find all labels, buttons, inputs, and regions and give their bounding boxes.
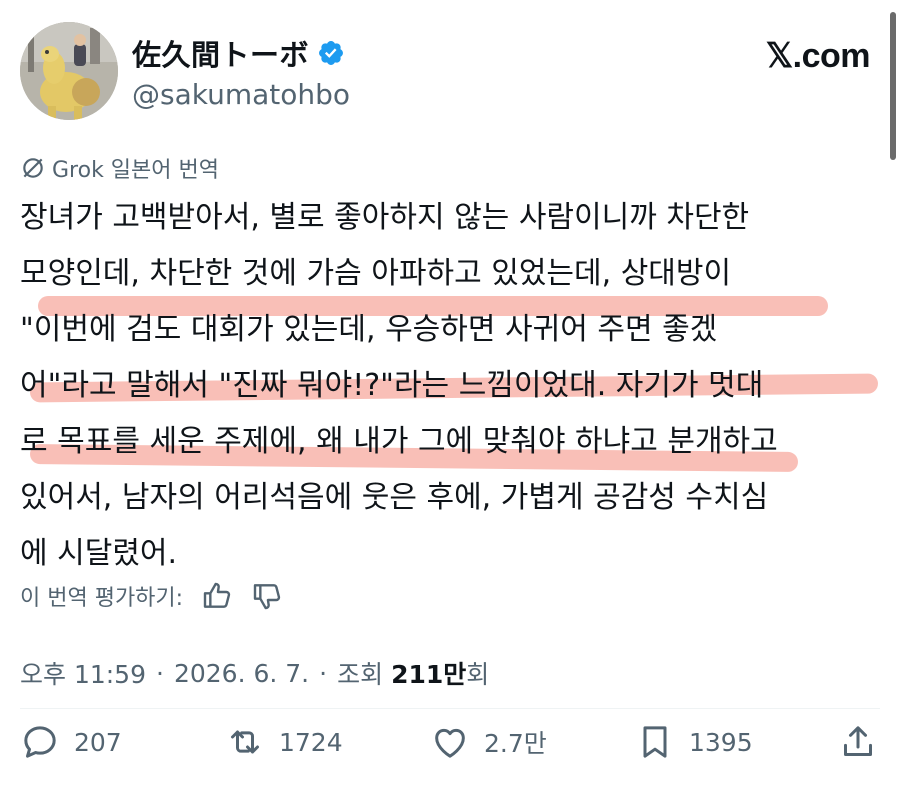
- tweet-header: 佐久間トーボ @sakumatohbo 𝕏.com: [20, 22, 871, 122]
- reply-count: 207: [74, 727, 122, 757]
- meta-separator: ·: [319, 658, 328, 688]
- rating-label: 이 번역 평가하기:: [20, 586, 184, 611]
- avatar-image: [20, 22, 118, 120]
- reply-button[interactable]: 207: [20, 722, 122, 762]
- display-name[interactable]: 佐久間トーボ: [132, 32, 309, 74]
- tweet-text-line: "이번에 검도 대회가 있는데, 우승하면 사귀어 주면 좋겠: [20, 312, 718, 347]
- views-count: 211만: [391, 655, 466, 691]
- source-logo: 𝕏.com: [765, 37, 871, 75]
- tweet-meta: 오후 11:59 · 2026. 6. 7. · 조회 211만 회: [20, 655, 489, 691]
- tweet-text-line: 에 시달렸어.: [20, 536, 178, 571]
- grok-icon: [23, 158, 43, 178]
- repost-count: 1724: [279, 727, 343, 757]
- bookmark-icon: [643, 726, 667, 758]
- bookmark-button[interactable]: 1395: [635, 722, 753, 762]
- repost-button[interactable]: 1724: [225, 722, 343, 762]
- tweet-text-line: 어"라고 말해서 "진짜 뭐야!?"라는 느낌이었대. 자기가 멋대: [20, 368, 764, 403]
- scrollbar[interactable]: [890, 12, 896, 160]
- thumbs-up-icon[interactable]: [201, 580, 233, 612]
- views-label: 조회: [337, 660, 384, 689]
- reply-icon: [24, 726, 56, 758]
- tweet-text-line: 로 목표를 세운 주제에, 왜 내가 그에 맞춰야 하냐고 분개하고: [20, 424, 778, 459]
- bookmark-count: 1395: [689, 727, 753, 757]
- verified-badge-icon: [319, 41, 343, 65]
- heart-icon: [435, 728, 465, 758]
- tweet-text-line: 장녀가 고백받아서, 별로 좋아하지 않는 사람이니까 차단한: [20, 200, 750, 235]
- translation-rating-row: 이 번역 평가하기:: [20, 580, 283, 612]
- tweet-text: 장녀가 고백받아서, 별로 좋아하지 않는 사람이니까 차단한 모양인데, 차단…: [20, 190, 880, 582]
- action-bar: 207 1724 2.7만 1395: [20, 722, 880, 772]
- user-handle[interactable]: @sakumatohbo: [132, 78, 350, 111]
- views-count-unit: 만: [443, 660, 467, 689]
- meta-separator: ·: [156, 658, 164, 688]
- share-icon: [844, 726, 872, 756]
- translation-label: Grok 일본어 번역: [52, 158, 219, 183]
- tweet-date[interactable]: 2026. 6. 7.: [174, 659, 309, 688]
- avatar[interactable]: [20, 22, 118, 120]
- tweet-time[interactable]: 오후 11:59: [20, 655, 146, 691]
- like-count: 2.7만: [484, 729, 547, 758]
- like-button[interactable]: 2.7만: [430, 722, 547, 762]
- views-suffix: 회: [466, 660, 490, 689]
- translation-label-row: Grok 일본어 번역: [20, 152, 219, 184]
- name-row: 佐久間トーボ: [132, 32, 345, 74]
- tweet-text-line: 모양인데, 차단한 것에 가슴 아파하고 있었는데, 상대방이: [20, 256, 732, 291]
- divider: [20, 708, 880, 709]
- thumbs-down-icon[interactable]: [251, 580, 283, 612]
- repost-icon: [231, 730, 259, 754]
- tweet-text-line: 있어서, 남자의 어리석음에 웃은 후에, 가볍게 공감성 수치심: [20, 480, 769, 515]
- share-button[interactable]: [838, 722, 892, 762]
- views-count-number: 211: [391, 660, 444, 689]
